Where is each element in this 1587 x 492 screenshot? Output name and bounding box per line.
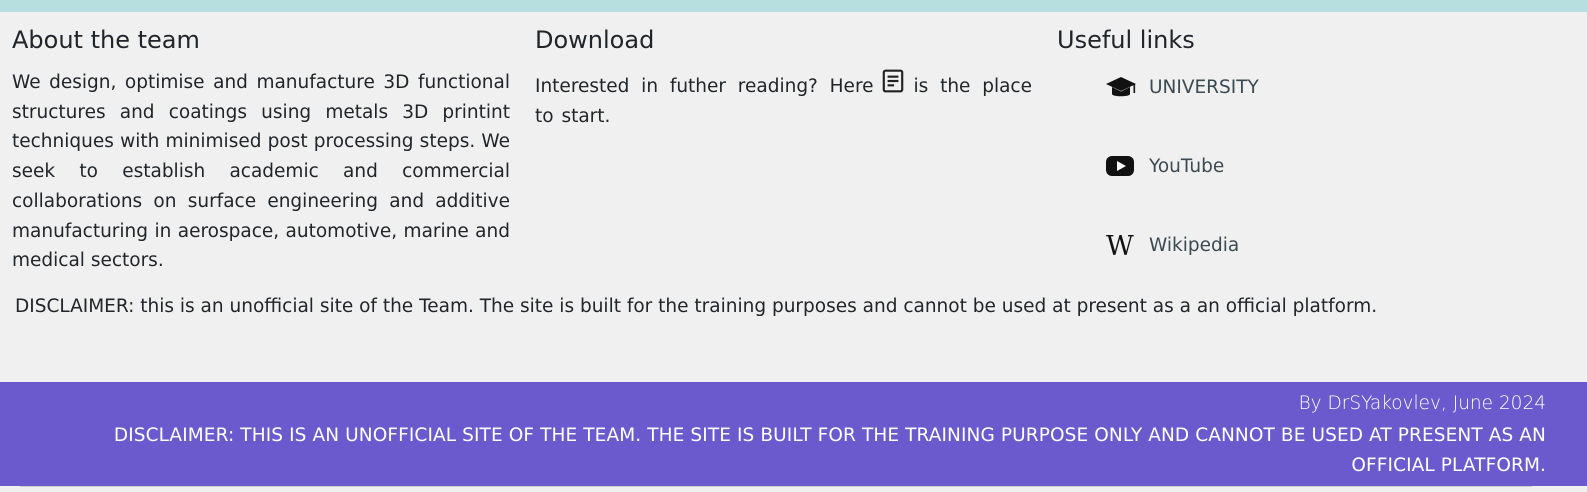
footer: By DrSYakovlev, June 2024 DISCLAIMER: TH… (0, 382, 1587, 486)
download-text-before: Interested in futher reading? Here (535, 76, 874, 97)
link-label: UNIVERSITY (1149, 76, 1259, 98)
about-title: About the team (12, 26, 200, 54)
link-label: Wikipedia (1149, 234, 1240, 256)
bottom-divider (20, 486, 1532, 487)
useful-links-section: Useful links UNIVERSITY YouTube W Wikipe… (1057, 24, 1557, 259)
link-label: YouTube (1149, 155, 1225, 177)
link-university[interactable]: UNIVERSITY (1105, 70, 1259, 104)
download-text: Interested in futher reading? Here is the… (535, 68, 1032, 131)
footer-disclaimer: DISCLAIMER: THIS IS AN UNOFFICIAL SITE O… (113, 425, 1546, 476)
youtube-icon (1105, 152, 1137, 180)
svg-text:W: W (1106, 231, 1134, 259)
graduation-cap-icon (1105, 73, 1137, 101)
download-section: Download Interested in futher reading? H… (535, 24, 1032, 131)
about-text: We design, optimise and manufacture 3D f… (12, 72, 510, 272)
about-section: About the team We design, optimise and m… (12, 24, 510, 276)
link-youtube[interactable]: YouTube (1105, 149, 1224, 183)
disclaimer-text: DISCLAIMER: this is an unofficial site o… (15, 296, 1378, 317)
wikipedia-icon: W (1105, 231, 1137, 259)
download-title: Download (535, 26, 655, 54)
top-strip (0, 0, 1587, 12)
useful-links-title: Useful links (1057, 26, 1195, 54)
document-icon[interactable] (880, 68, 906, 94)
footer-author: By DrSYakovlev, June 2024 (1298, 393, 1546, 414)
link-wikipedia[interactable]: W Wikipedia (1105, 228, 1239, 262)
